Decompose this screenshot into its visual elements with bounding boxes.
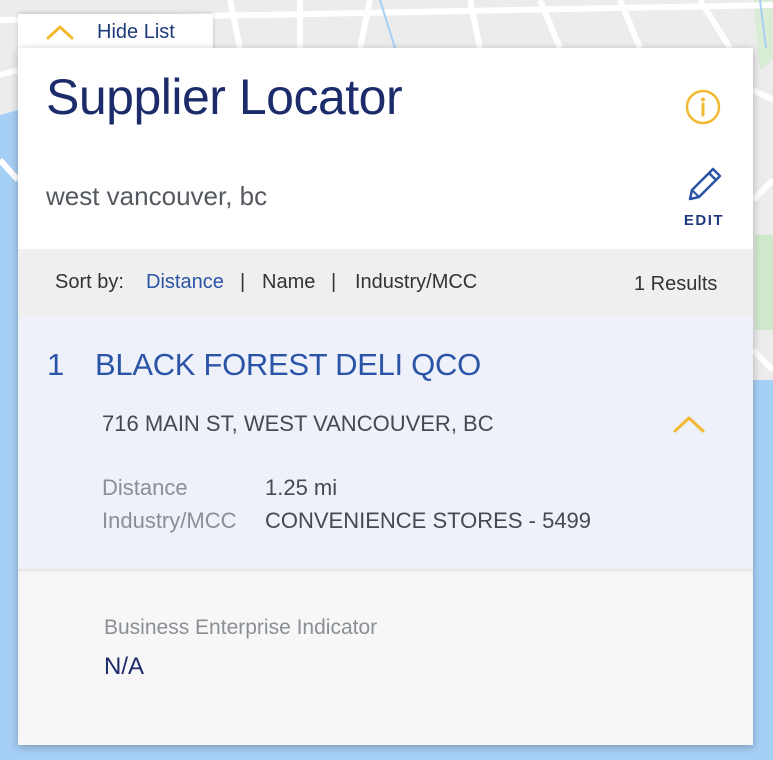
distance-value: 1.25 mi bbox=[265, 475, 338, 500]
bei-value: N/A bbox=[104, 653, 145, 680]
supplier-locator-panel: Supplier Locator west vancouver, bc EDIT… bbox=[18, 48, 753, 745]
result-name[interactable]: BLACK FOREST DELI QCO bbox=[95, 347, 481, 383]
sort-option-industry[interactable]: Industry/MCC bbox=[355, 271, 477, 294]
hide-list-label: Hide List bbox=[97, 20, 175, 43]
chevron-up-icon bbox=[46, 25, 74, 40]
sort-option-distance[interactable]: Distance bbox=[146, 271, 224, 294]
edit-location-button[interactable]: EDIT bbox=[678, 163, 730, 233]
sort-separator: | bbox=[240, 271, 246, 293]
bei-label: Business Enterprise Indicator bbox=[104, 616, 378, 639]
result-address: 716 MAIN ST, WEST VANCOUVER, BC bbox=[102, 411, 494, 436]
result-item[interactable]: 1 BLACK FOREST DELI QCO 716 MAIN ST, WES… bbox=[18, 317, 753, 569]
results-count: 1 Results bbox=[634, 273, 718, 295]
distance-label: Distance bbox=[102, 475, 188, 500]
sort-option-name[interactable]: Name bbox=[262, 271, 315, 294]
info-icon[interactable] bbox=[684, 88, 722, 126]
industry-label: Industry/MCC bbox=[102, 508, 237, 533]
chevron-up-icon[interactable] bbox=[672, 413, 706, 435]
industry-value: CONVENIENCE STORES - 5499 bbox=[265, 508, 592, 533]
page-title: Supplier Locator bbox=[46, 69, 403, 125]
hide-list-button[interactable]: Hide List bbox=[18, 14, 213, 50]
edit-label: EDIT bbox=[683, 212, 725, 229]
sort-by-label: Sort by: bbox=[55, 271, 124, 293]
pencil-icon bbox=[688, 167, 722, 201]
sort-separator: | bbox=[331, 271, 337, 293]
result-index: 1 bbox=[47, 347, 65, 382]
location-query: west vancouver, bc bbox=[46, 181, 268, 211]
sort-bar: Sort by: Distance | Name | Industry/MCC … bbox=[18, 249, 753, 317]
result-details-expanded: Business Enterprise Indicator N/A bbox=[18, 569, 753, 745]
